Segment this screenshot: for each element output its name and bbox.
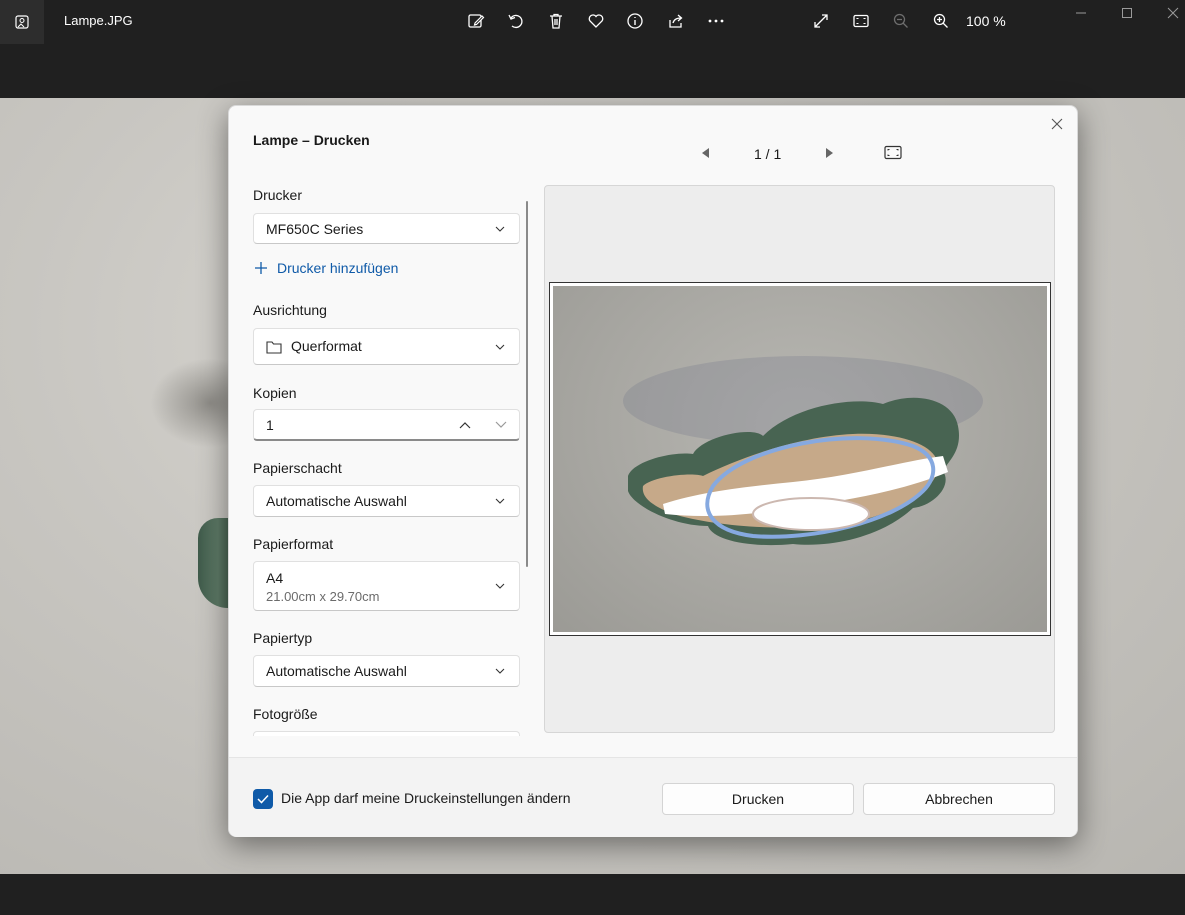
chevron-down-icon — [495, 344, 505, 350]
share-icon[interactable] — [665, 10, 687, 32]
fit-preview-icon[interactable] — [884, 145, 902, 160]
orientation-value: Querformat — [291, 338, 362, 354]
dialog-footer: Die App darf meine Druckeinstellungen än… — [229, 757, 1077, 837]
close-dialog-icon[interactable] — [1047, 114, 1067, 134]
paper-type-label: Papiertyp — [253, 630, 313, 646]
preview-photo — [553, 286, 1047, 632]
printer-select[interactable]: MF650C Series — [253, 213, 520, 244]
minimize-icon[interactable] — [1067, 2, 1095, 24]
print-settings-panel: Drucker MF650C Series Drucker hinzufügen… — [253, 176, 520, 736]
landscape-icon — [266, 341, 282, 354]
zoom-level[interactable]: 100 % — [966, 13, 1006, 29]
previous-page-icon[interactable] — [702, 148, 710, 158]
increment-icon[interactable] — [459, 421, 471, 429]
chevron-down-icon — [495, 226, 505, 232]
paper-size-label: Papierformat — [253, 536, 334, 552]
photo-size-select[interactable] — [253, 731, 520, 736]
tray-label: Papierschacht — [253, 460, 342, 476]
fit-icon[interactable] — [850, 10, 872, 32]
tray-select[interactable]: Automatische Auswahl — [253, 485, 520, 517]
delete-icon[interactable] — [545, 10, 567, 32]
paper-size-value: A4 — [266, 570, 284, 586]
paper-size-dimensions: 21.00cm x 29.70cm — [266, 589, 380, 604]
zoom-out-icon — [890, 10, 912, 32]
orientation-label: Ausrichtung — [253, 302, 327, 318]
preview-sheet — [549, 282, 1051, 636]
allow-app-settings-checkbox[interactable] — [253, 789, 273, 809]
paper-size-select[interactable]: A4 21.00cm x 29.70cm — [253, 561, 520, 611]
next-page-icon[interactable] — [825, 148, 833, 158]
print-preview — [544, 185, 1055, 733]
print-button[interactable]: Drucken — [662, 783, 854, 815]
cancel-button[interactable]: Abbrechen — [863, 783, 1055, 815]
paper-type-value: Automatische Auswahl — [266, 663, 407, 679]
photo-size-label: Fotogröße — [253, 706, 318, 722]
page-count: 1 / 1 — [754, 146, 782, 162]
photos-app-icon[interactable] — [0, 0, 44, 44]
add-printer-label: Drucker hinzufügen — [277, 260, 399, 276]
allow-app-settings-label[interactable]: Die App darf meine Druckeinstellungen än… — [281, 790, 571, 806]
more-icon[interactable] — [705, 10, 727, 32]
chevron-down-icon — [495, 668, 505, 674]
zoom-in-icon[interactable] — [930, 10, 952, 32]
fullscreen-icon[interactable] — [810, 10, 832, 32]
add-printer-link[interactable]: Drucker hinzufügen — [253, 260, 398, 276]
orientation-select[interactable]: Querformat — [253, 328, 520, 365]
copies-stepper[interactable]: 1 — [253, 409, 520, 441]
dialog-title: Lampe – Drucken — [253, 132, 370, 148]
maximize-icon[interactable] — [1113, 2, 1141, 24]
favorite-icon[interactable] — [585, 10, 607, 32]
checkmark-icon — [257, 794, 269, 804]
title-bar: Lampe.JPG 100 % — [0, 0, 1185, 44]
edit-image-icon[interactable] — [465, 10, 487, 32]
print-dialog: Lampe – Drucken Drucker MF650C Series Dr… — [228, 105, 1078, 837]
info-icon[interactable] — [624, 10, 646, 32]
close-window-icon[interactable] — [1159, 2, 1185, 24]
settings-scrollbar[interactable] — [526, 201, 528, 567]
copies-value: 1 — [266, 417, 274, 433]
rotate-icon[interactable] — [505, 10, 527, 32]
decrement-icon[interactable] — [495, 421, 507, 429]
paper-type-select[interactable]: Automatische Auswahl — [253, 655, 520, 687]
tray-value: Automatische Auswahl — [266, 493, 407, 509]
file-name: Lampe.JPG — [64, 13, 133, 28]
printer-label: Drucker — [253, 187, 303, 203]
chevron-down-icon — [495, 498, 505, 504]
printer-value: MF650C Series — [266, 221, 364, 237]
plus-icon — [255, 262, 267, 274]
chevron-down-icon — [495, 583, 505, 589]
lamp-image — [623, 356, 983, 546]
copies-label: Kopien — [253, 385, 297, 401]
